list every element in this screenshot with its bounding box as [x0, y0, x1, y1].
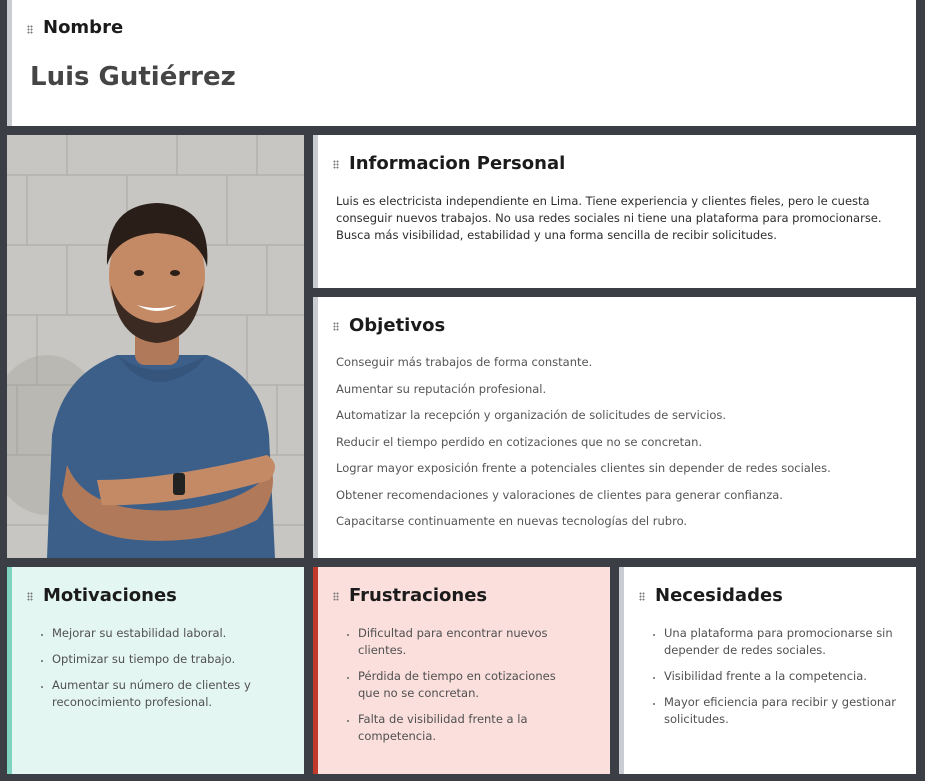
- informacion-title: Informacion Personal: [349, 153, 566, 174]
- objetivos-title: Objetivos: [349, 315, 446, 336]
- nombre-title: Nombre: [43, 17, 124, 38]
- drag-handle-icon[interactable]: [27, 25, 33, 34]
- motivaciones-card[interactable]: Motivaciones Mejorar su estabilidad labo…: [7, 567, 304, 774]
- objetivo-item: Reducir el tiempo perdido en cotizacione…: [336, 434, 703, 449]
- list-item: Dificultad para encontrar nuevos cliente…: [358, 625, 578, 659]
- objetivo-item: Capacitarse continuamente en nuevas tecn…: [336, 514, 688, 528]
- drag-handle-icon[interactable]: [333, 322, 339, 331]
- frustraciones-list: Dificultad para encontrar nuevos cliente…: [342, 625, 578, 754]
- frustraciones-card[interactable]: Frustraciones Dificultad para encontrar …: [313, 567, 610, 774]
- frustraciones-title: Frustraciones: [349, 585, 488, 606]
- motivaciones-title: Motivaciones: [43, 585, 177, 606]
- necesidades-list: Una plataforma para promocionarse sin de…: [648, 625, 904, 737]
- objetivo-item: Obtener recomendaciones y valoraciones d…: [336, 487, 783, 502]
- informacion-text: Luis es electricista independiente en Li…: [336, 194, 882, 242]
- list-item: Pérdida de tiempo en cotizaciones que no…: [358, 668, 578, 702]
- list-item: Visibilidad frente a la competencia.: [664, 668, 904, 685]
- drag-handle-icon[interactable]: [333, 160, 339, 169]
- card-accent: [313, 135, 318, 288]
- nombre-card[interactable]: Nombre Luis Gutiérrez: [7, 0, 916, 126]
- drag-handle-icon[interactable]: [639, 592, 645, 601]
- card-accent: [313, 297, 318, 558]
- card-accent: [313, 567, 318, 774]
- list-item: Mejorar su estabilidad laboral.: [52, 625, 292, 642]
- motivaciones-list: Mejorar su estabilidad laboral. Optimiza…: [36, 625, 292, 720]
- informacion-card[interactable]: Informacion Personal Luis es electricist…: [313, 135, 916, 288]
- list-item: Aumentar su número de clientes y reconoc…: [52, 677, 292, 711]
- objetivo-item: Lograr mayor exposición frente a potenci…: [336, 461, 831, 475]
- objetivos-card[interactable]: Objetivos Conseguir más trabajos de form…: [313, 297, 916, 558]
- card-accent: [7, 567, 12, 774]
- list-item: Mayor eficiencia para recibir y gestiona…: [664, 694, 904, 728]
- card-accent: [7, 0, 12, 126]
- card-accent: [619, 567, 624, 774]
- necesidades-card[interactable]: Necesidades Una plataforma para promocio…: [619, 567, 916, 774]
- drag-handle-icon[interactable]: [27, 592, 33, 601]
- objetivo-item: Automatizar la recepción y organización …: [336, 408, 727, 422]
- objetivo-item: Aumentar su reputación profesional.: [336, 381, 547, 396]
- persona-name: Luis Gutiérrez: [30, 62, 236, 92]
- list-item: Falta de visibilidad frente a la compete…: [358, 711, 578, 745]
- necesidades-title: Necesidades: [655, 585, 783, 606]
- list-item: Optimizar su tiempo de trabajo.: [52, 651, 292, 668]
- person-illustration: [7, 135, 304, 558]
- objetivo-item: Conseguir más trabajos de forma constant…: [336, 355, 593, 369]
- persona-photo: [7, 135, 304, 558]
- objetivos-list: Conseguir más trabajos de forma constant…: [336, 355, 906, 541]
- list-item: Una plataforma para promocionarse sin de…: [664, 625, 904, 659]
- drag-handle-icon[interactable]: [333, 592, 339, 601]
